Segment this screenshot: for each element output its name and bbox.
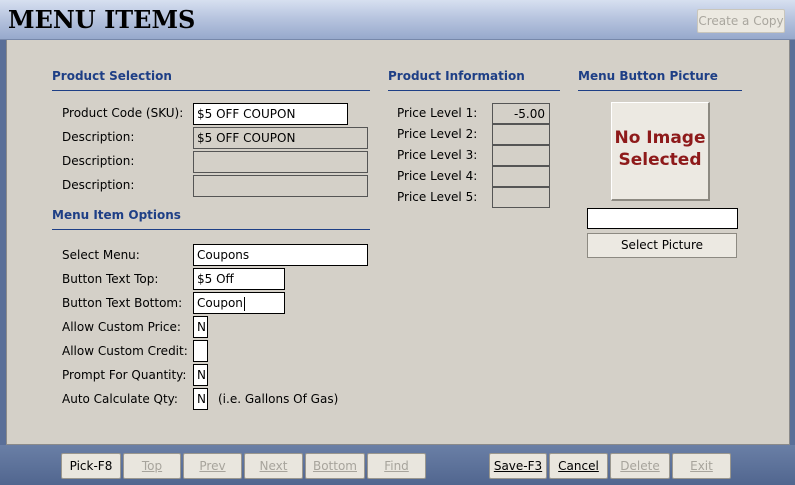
find-button-label: Find [384, 459, 409, 473]
product-information-heading: Product Information [388, 69, 525, 83]
cancel-button[interactable]: Cancel [549, 453, 608, 479]
bottom-button-label: Bottom [312, 459, 357, 473]
prompt-quantity-input[interactable]: N [193, 364, 208, 386]
description-field-3[interactable] [193, 175, 368, 197]
create-copy-button[interactable]: Create a Copy [697, 9, 785, 33]
no-image-line-2: Selected [618, 150, 702, 170]
price-level-4-label: Price Level 4: [397, 169, 478, 183]
button-text-bottom-input[interactable]: Coupon [193, 292, 285, 314]
select-picture-button[interactable]: Select Picture [587, 233, 737, 258]
sku-input[interactable]: $5 OFF COUPON [193, 103, 348, 125]
allow-custom-credit-input[interactable] [193, 340, 208, 362]
sku-label: Product Code (SKU): [62, 106, 184, 120]
menu-button-picture-preview[interactable]: No Image Selected [611, 102, 710, 201]
select-menu-label: Select Menu: [62, 248, 140, 262]
description-field-1[interactable]: $5 OFF COUPON [193, 127, 368, 149]
price-level-3-field[interactable] [492, 145, 550, 166]
allow-custom-price-label: Allow Custom Price: [62, 320, 181, 334]
text-cursor [243, 296, 245, 311]
price-level-5-field[interactable] [492, 187, 550, 208]
button-text-bottom-value: Coupon [197, 296, 243, 310]
picture-path-input[interactable] [587, 208, 738, 229]
auto-calculate-hint: (i.e. Gallons Of Gas) [218, 392, 339, 406]
product-information-rule [388, 90, 560, 91]
prev-button[interactable]: Prev [183, 453, 242, 479]
price-level-1-label: Price Level 1: [397, 106, 478, 120]
product-selection-rule [52, 90, 370, 91]
menu-item-options-rule [52, 229, 370, 230]
description-label-3: Description: [62, 178, 135, 192]
menu-button-picture-heading: Menu Button Picture [578, 69, 718, 83]
save-button-label: Save-F3 [493, 459, 543, 473]
price-level-1-field[interactable]: -5.00 [492, 103, 550, 124]
exit-button-label: Exit [690, 459, 713, 473]
price-level-2-field[interactable] [492, 124, 550, 145]
save-button[interactable]: Save-F3 [489, 453, 547, 479]
bottom-button[interactable]: Bottom [305, 453, 365, 479]
find-button[interactable]: Find [367, 453, 426, 479]
prev-button-label: Prev [199, 459, 226, 473]
prompt-quantity-label: Prompt For Quantity: [62, 368, 187, 382]
description-label-1: Description: [62, 130, 135, 144]
button-text-top-label: Button Text Top: [62, 272, 159, 286]
top-button[interactable]: Top [123, 453, 181, 479]
footer-toolbar: Pick-F8 Top Prev Next Bottom Find Save-F… [0, 445, 795, 485]
allow-custom-price-input[interactable]: N [193, 316, 208, 338]
page-title: MENU ITEMS [8, 5, 196, 34]
product-selection-heading: Product Selection [52, 69, 172, 83]
menu-button-picture-rule [578, 90, 742, 91]
main-panel: Product Selection Product Code (SKU): $5… [6, 40, 790, 445]
button-text-bottom-label: Button Text Bottom: [62, 296, 183, 310]
select-menu-input[interactable]: Coupons [193, 244, 368, 266]
next-button-label: Next [259, 459, 288, 473]
no-image-line-1: No Image [614, 128, 706, 148]
auto-calculate-qty-label: Auto Calculate Qty: [62, 392, 178, 406]
price-level-2-label: Price Level 2: [397, 127, 478, 141]
description-label-2: Description: [62, 154, 135, 168]
next-button[interactable]: Next [244, 453, 303, 479]
exit-button[interactable]: Exit [672, 453, 731, 479]
delete-button-label: Delete [620, 459, 660, 473]
title-bar: MENU ITEMS Create a Copy [0, 0, 795, 40]
pick-button[interactable]: Pick-F8 [61, 453, 121, 479]
delete-button[interactable]: Delete [610, 453, 670, 479]
price-level-3-label: Price Level 3: [397, 148, 478, 162]
button-text-top-input[interactable]: $5 Off [193, 268, 285, 290]
cancel-button-label: Cancel [558, 459, 599, 473]
auto-calculate-qty-input[interactable]: N [193, 388, 208, 410]
menu-item-options-heading: Menu Item Options [52, 208, 181, 222]
allow-custom-credit-label: Allow Custom Credit: [62, 344, 188, 358]
top-button-label: Top [141, 459, 163, 473]
price-level-4-field[interactable] [492, 166, 550, 187]
price-level-5-label: Price Level 5: [397, 190, 478, 204]
description-field-2[interactable] [193, 151, 368, 173]
